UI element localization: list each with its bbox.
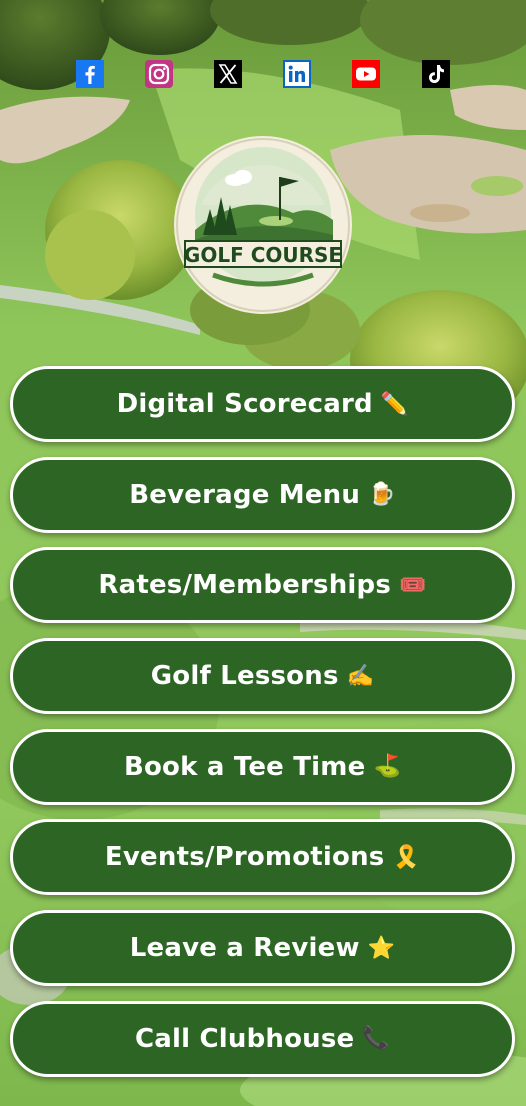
pencil-icon: ✏️ (380, 391, 409, 417)
button-label: Call Clubhouse (134, 1023, 355, 1054)
button-label: Leave a Review (129, 933, 360, 964)
golf-flag-icon: ⛳ (373, 754, 402, 780)
events-promotions-button[interactable]: Events/Promotions 🎗️ (10, 819, 515, 896)
star-icon: ⭐ (367, 935, 396, 961)
button-label: Golf Lessons (150, 661, 339, 692)
call-clubhouse-button[interactable]: Call Clubhouse 📞 (10, 1000, 515, 1077)
beverage-menu-button[interactable]: Beverage Menu 🍺 (10, 456, 515, 533)
x-icon[interactable] (214, 60, 242, 88)
leave-review-button[interactable]: Leave a Review ⭐ (10, 910, 515, 987)
button-label: Digital Scorecard (116, 389, 373, 419)
button-label: Rates/Memberships (98, 570, 392, 601)
logo-text: GOLF COURSE (184, 243, 342, 267)
links-list: Digital Scorecard ✏️ Beverage Menu 🍺 Rat… (10, 366, 515, 1092)
phone-icon: 📞 (362, 1026, 390, 1052)
digital-scorecard-button[interactable]: Digital Scorecard ✏️ (10, 366, 515, 442)
button-label: Book a Tee Time (123, 751, 366, 782)
facebook-icon[interactable] (76, 60, 104, 88)
ribbon-icon: 🎗️ (392, 844, 421, 870)
writing-hand-icon: ✍️ (346, 663, 375, 689)
golf-course-logo: GOLF COURSE (173, 135, 353, 315)
button-label: Beverage Menu (129, 479, 361, 510)
rates-memberships-button[interactable]: Rates/Memberships 🎟️ (10, 547, 515, 624)
linkedin-icon[interactable] (283, 60, 311, 88)
tiktok-icon[interactable] (422, 60, 450, 88)
ticket-icon: 🎟️ (399, 572, 427, 598)
book-tee-time-button[interactable]: Book a Tee Time ⛳ (10, 728, 515, 805)
youtube-icon[interactable] (352, 60, 380, 88)
golf-lessons-button[interactable]: Golf Lessons ✍️ (10, 638, 515, 715)
social-links-row (0, 60, 526, 88)
button-label: Events/Promotions (104, 842, 385, 873)
beer-mug-icon: 🍺 (368, 482, 396, 508)
instagram-icon[interactable] (145, 60, 173, 88)
